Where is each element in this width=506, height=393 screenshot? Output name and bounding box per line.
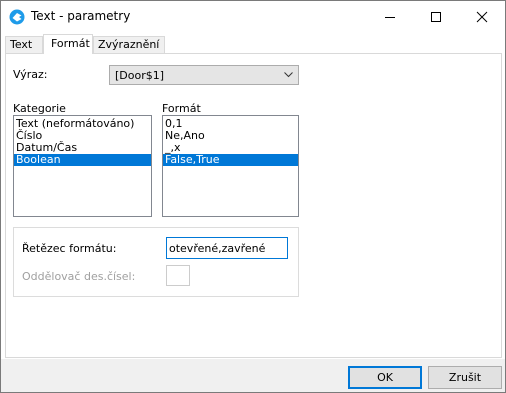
title-bar[interactable]: Text - parametry xyxy=(1,1,505,32)
expression-label: Výraz: xyxy=(13,68,48,81)
window-title: Text - parametry xyxy=(31,9,131,23)
close-button[interactable] xyxy=(459,1,505,32)
format-string-label: Řetězec formátu: xyxy=(22,242,117,255)
expression-select[interactable]: [Door$1] xyxy=(109,65,299,85)
decimal-separator-label: Oddělovač des.čísel: xyxy=(22,270,136,283)
minimize-icon xyxy=(385,17,395,18)
category-list[interactable]: Text (neformátováno) Číslo Datum/Čas Boo… xyxy=(13,115,152,217)
app-icon xyxy=(9,9,25,25)
format-label: Formát xyxy=(162,102,201,115)
minimize-button[interactable] xyxy=(367,1,413,32)
decimal-separator-field[interactable] xyxy=(166,265,190,286)
format-list[interactable]: 0,1 Ne,Ano _,x False,True xyxy=(162,115,299,217)
tab-highlight[interactable]: Zvýraznění xyxy=(93,36,165,53)
list-item-selected[interactable]: Boolean xyxy=(14,154,151,166)
list-item-selected[interactable]: False,True xyxy=(163,154,298,166)
cancel-button[interactable]: Zrušit xyxy=(428,366,502,389)
tab-text[interactable]: Text xyxy=(5,36,43,53)
maximize-icon xyxy=(431,12,441,22)
list-item[interactable]: Ne,Ano xyxy=(163,130,298,142)
close-icon xyxy=(476,11,488,23)
chevron-down-icon xyxy=(284,72,293,78)
format-string-input[interactable]: otevřené,zavřené xyxy=(166,237,288,259)
dialog-window: Text - parametry Text Formát Zvýraznění … xyxy=(0,0,506,393)
category-label: Kategorie xyxy=(13,102,66,115)
expression-value: [Door$1] xyxy=(115,69,165,82)
maximize-button[interactable] xyxy=(413,1,459,32)
ok-button[interactable]: OK xyxy=(348,366,422,389)
tab-format[interactable]: Formát xyxy=(43,34,93,54)
